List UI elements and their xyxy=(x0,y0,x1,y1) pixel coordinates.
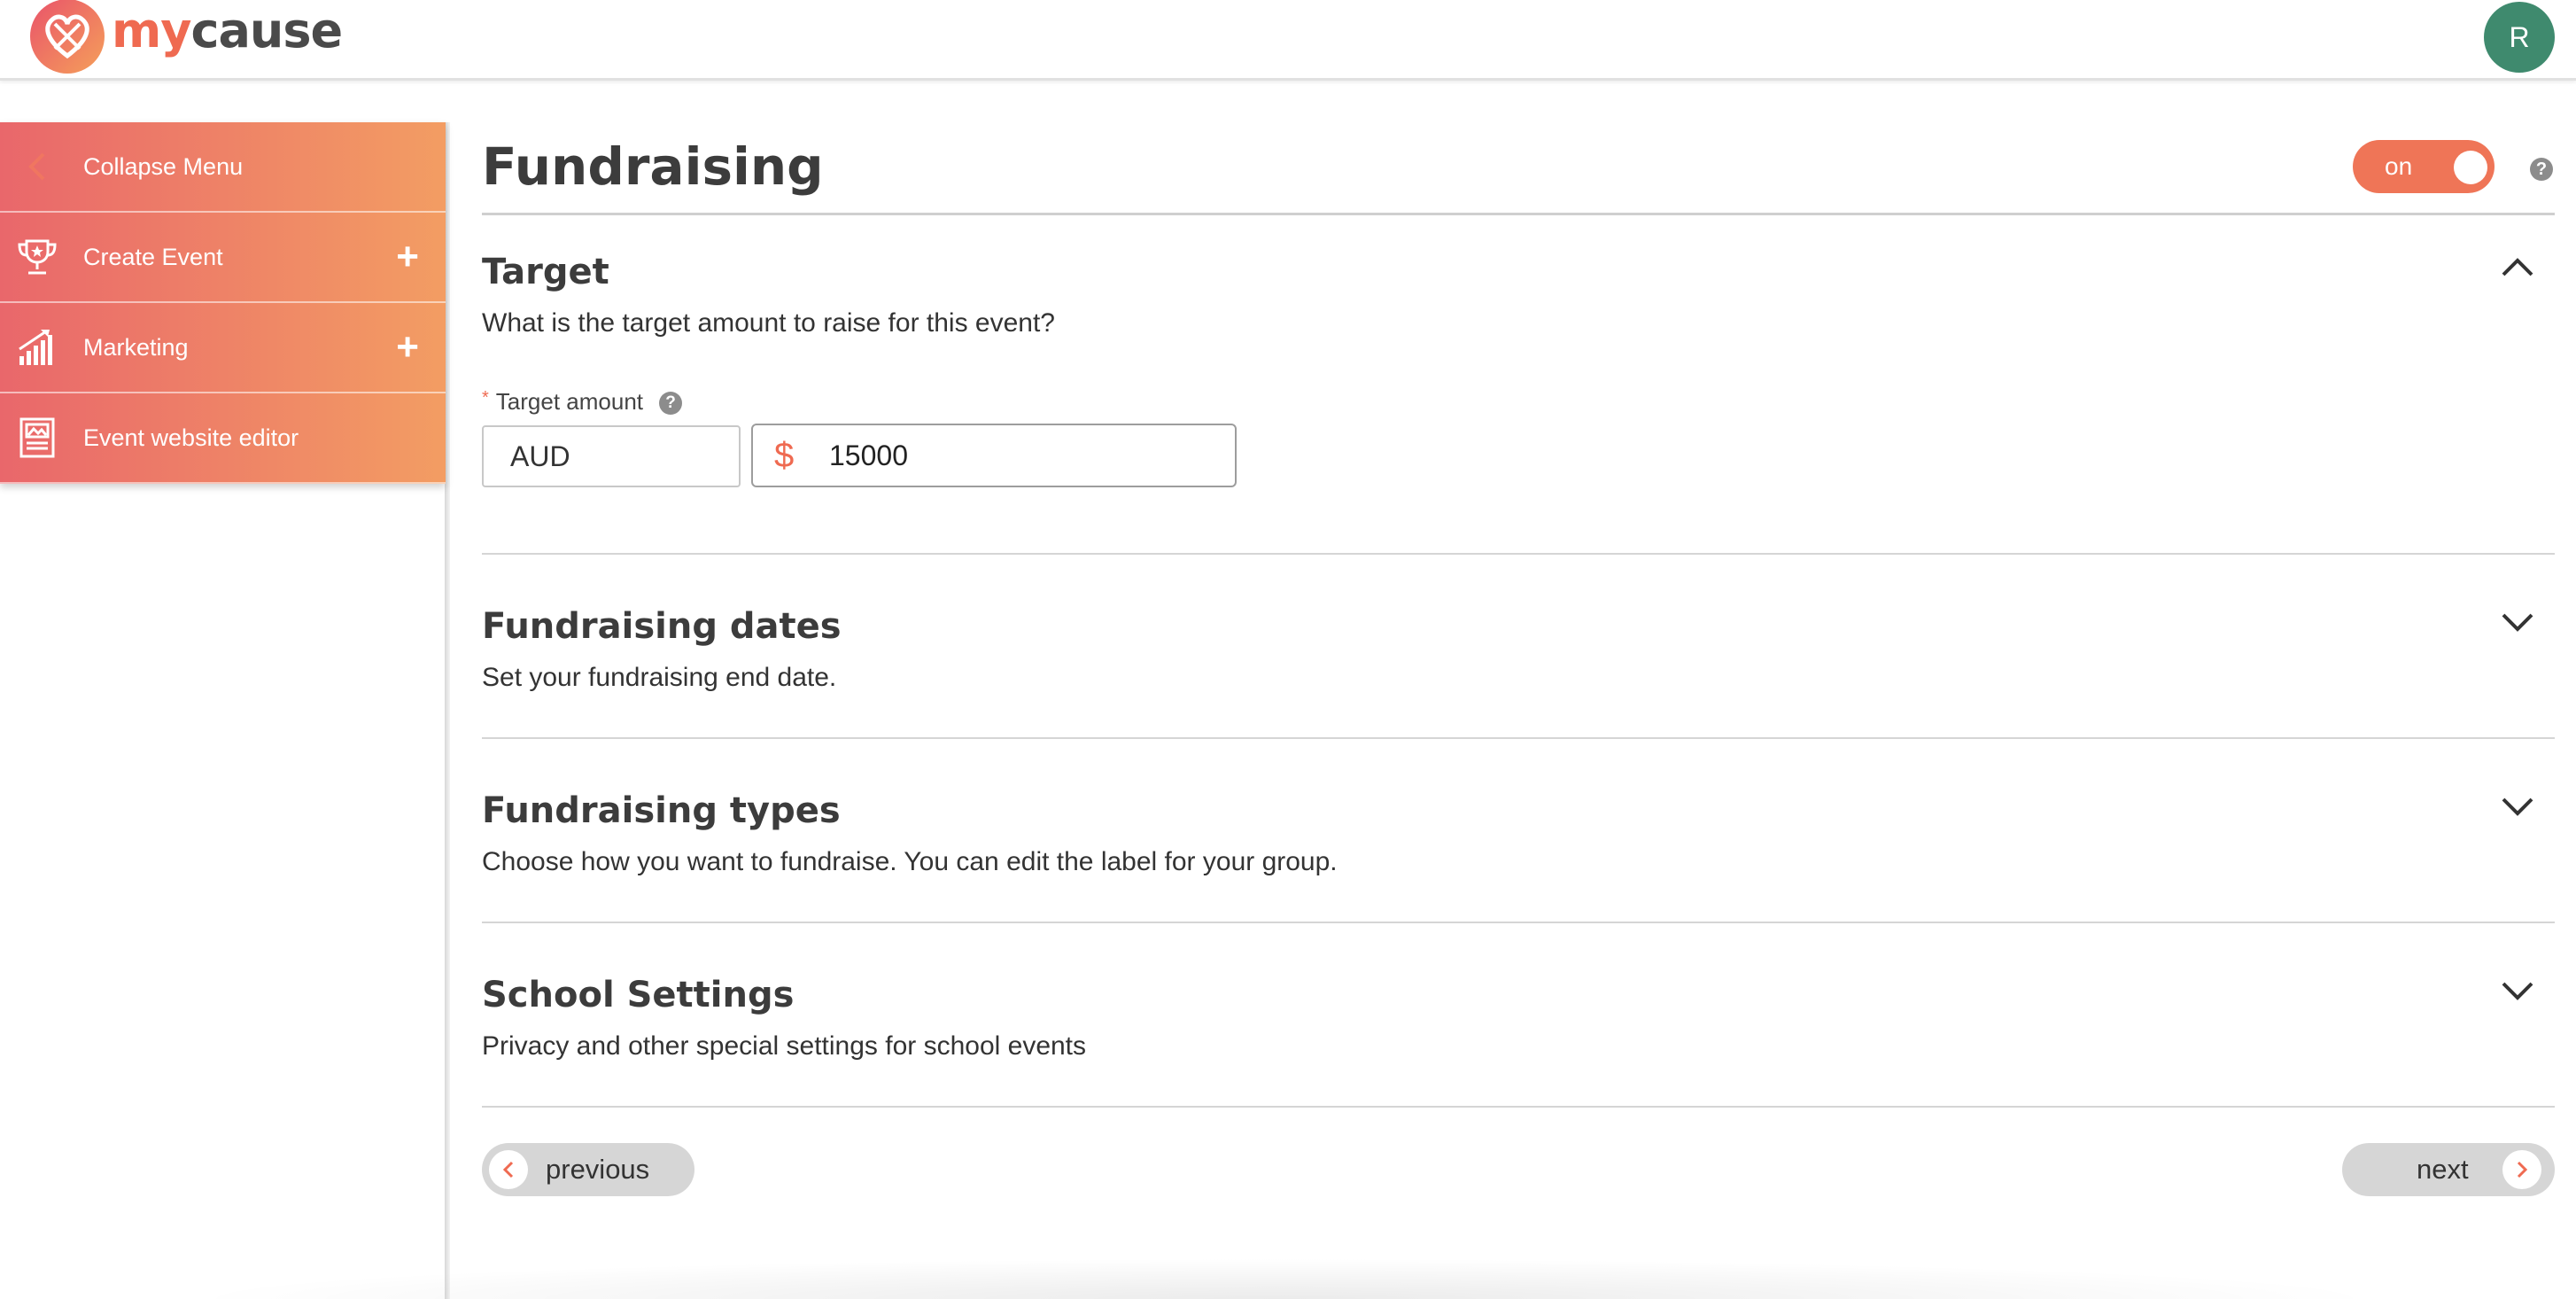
growth-chart-icon xyxy=(16,326,58,369)
page-title: Fundraising xyxy=(482,136,824,197)
user-avatar[interactable]: R xyxy=(2484,2,2555,73)
currency-select[interactable]: AUD xyxy=(482,425,741,487)
sidebar-item-create-event[interactable]: Create Event + xyxy=(0,213,446,303)
field-label-text: Target amount xyxy=(495,388,644,415)
sidebar-item-label: Marketing xyxy=(83,333,189,361)
trophy-icon xyxy=(16,236,58,278)
section-description: Set your fundraising end date. xyxy=(482,663,837,692)
logo-heart-icon xyxy=(30,0,105,74)
website-editor-icon xyxy=(16,416,58,459)
section-title[interactable]: School Settings xyxy=(482,975,794,1015)
previous-label: previous xyxy=(546,1154,650,1185)
chevron-up-icon[interactable] xyxy=(2498,248,2537,287)
chevron-right-icon xyxy=(2502,1150,2541,1189)
chevron-left-icon xyxy=(16,145,58,188)
sidebar-item-label: Collapse Menu xyxy=(83,152,244,180)
section-title[interactable]: Target xyxy=(482,252,609,292)
next-label: next xyxy=(2417,1154,2469,1185)
section-title[interactable]: Fundraising types xyxy=(482,790,841,831)
sidebar-item-collapse-menu[interactable]: Collapse Menu xyxy=(0,122,446,213)
fundraising-toggle[interactable]: on xyxy=(2353,140,2495,193)
section-divider xyxy=(482,922,2555,923)
chevron-down-icon[interactable] xyxy=(2498,603,2537,642)
section-divider xyxy=(482,553,2555,555)
dollar-icon: $ xyxy=(774,435,795,475)
previous-button[interactable]: previous xyxy=(482,1143,694,1196)
mycause-logo[interactable]: mycause xyxy=(28,0,343,78)
section-description: Privacy and other special settings for s… xyxy=(482,1031,1087,1061)
sidebar: Collapse Menu Create Event + Marketing +… xyxy=(0,122,446,484)
help-icon[interactable]: ? xyxy=(2530,158,2553,181)
required-mark: * xyxy=(482,388,489,408)
sidebar-item-marketing[interactable]: Marketing + xyxy=(0,303,446,393)
target-amount-value: 15000 xyxy=(829,439,908,471)
sidebar-item-event-website-editor[interactable]: Event website editor xyxy=(0,393,446,484)
help-icon[interactable]: ? xyxy=(659,392,683,416)
target-amount-label: * Target amount? xyxy=(482,388,683,416)
expand-plus-icon[interactable]: + xyxy=(396,237,419,276)
section-divider xyxy=(482,737,2555,739)
logo-wordmark: mycause xyxy=(112,2,343,58)
section-divider xyxy=(482,1106,2555,1108)
toggle-label: on xyxy=(2385,152,2413,180)
chevron-down-icon[interactable] xyxy=(2498,787,2537,826)
sidebar-item-label: Event website editor xyxy=(83,424,299,451)
toggle-knob xyxy=(2454,151,2487,184)
section-description: Choose how you want to fundraise. You ca… xyxy=(482,847,1338,876)
top-bar: mycause R xyxy=(0,0,2576,81)
title-divider xyxy=(482,213,2555,215)
expand-plus-icon[interactable]: + xyxy=(396,328,419,367)
section-description: What is the target amount to raise for t… xyxy=(482,308,1055,338)
next-button[interactable]: next xyxy=(2342,1143,2555,1196)
chevron-left-icon xyxy=(489,1150,528,1189)
chevron-down-icon[interactable] xyxy=(2498,971,2537,1010)
section-title[interactable]: Fundraising dates xyxy=(482,606,842,647)
target-amount-input[interactable]: $ 15000 xyxy=(751,424,1237,487)
bottom-shadow xyxy=(177,1258,2392,1299)
sidebar-item-label: Create Event xyxy=(83,243,223,270)
